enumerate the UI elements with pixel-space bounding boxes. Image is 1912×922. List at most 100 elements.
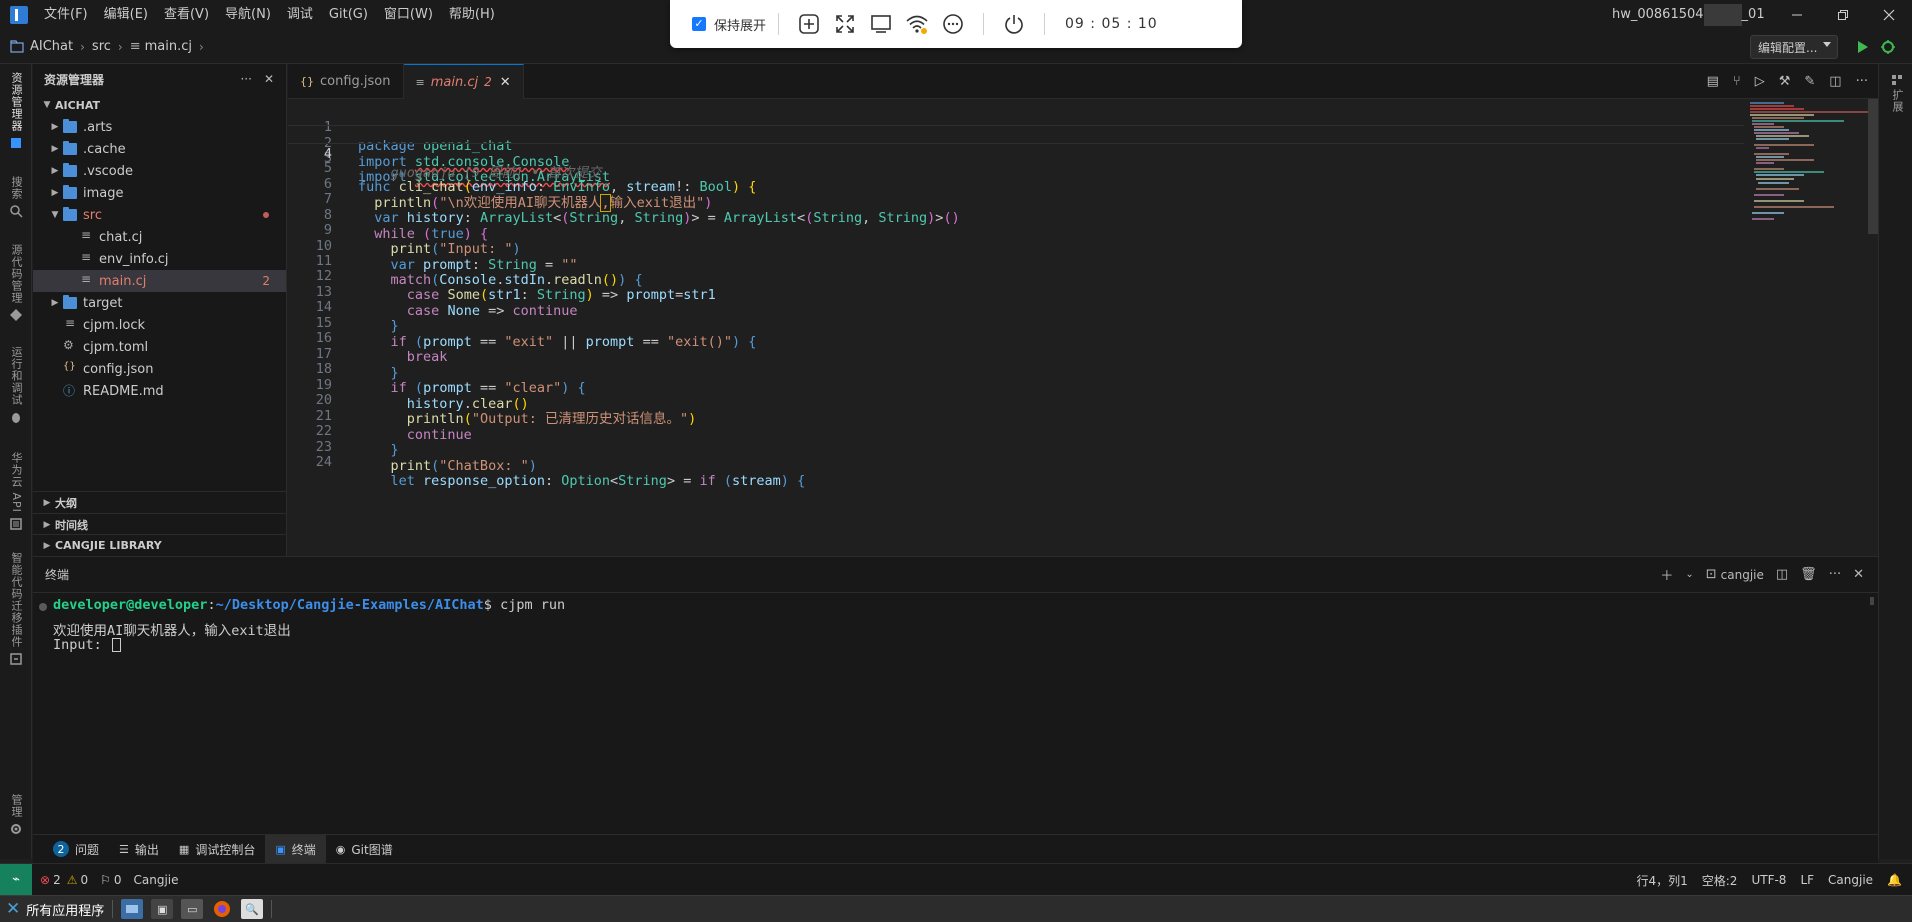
terminal-output[interactable]: developer@developer:~/Desktop/Cangjie-Ex… xyxy=(33,593,1878,833)
more-actions-icon[interactable]: ··· xyxy=(1856,74,1868,89)
tab-config-json[interactable]: {} config.json xyxy=(288,64,404,99)
encoding[interactable]: UTF-8 xyxy=(1751,873,1786,887)
close-window-button[interactable] xyxy=(1866,0,1912,30)
scrollbar-thumb[interactable] xyxy=(1870,597,1874,605)
git-branch-icon[interactable]: ⑂ xyxy=(1733,74,1741,89)
tab-output[interactable]: ☰ 输出 xyxy=(109,835,169,864)
tree-item-image[interactable]: ▶ image xyxy=(33,182,286,204)
chevron-down-icon[interactable]: ⌄ xyxy=(1685,569,1693,580)
info-icon xyxy=(63,382,77,399)
taskbar-app-firefox-icon[interactable] xyxy=(211,899,233,919)
start-menu-button[interactable]: ✕ 所有应用程序 xyxy=(0,899,104,919)
tree-item-cjpm-toml[interactable]: cjpm.toml xyxy=(33,336,286,358)
edit-icon[interactable]: ✎ xyxy=(1804,74,1815,89)
menu-edit[interactable]: 编辑(E) xyxy=(96,0,156,30)
taskbar-app-terminal-icon[interactable]: ▣ xyxy=(151,899,174,919)
tab-main-cj[interactable]: ≡ main.cj 2 ✕ xyxy=(403,64,524,99)
taskbar-app-folder-icon[interactable]: ▭ xyxy=(181,899,204,919)
split-terminal-icon[interactable]: ◫ xyxy=(1776,567,1788,582)
breadcrumb-separator-icon: › xyxy=(117,39,123,54)
activity-explorer[interactable]: 资源管理器 xyxy=(3,72,29,150)
close-tab-icon[interactable]: ✕ xyxy=(500,75,511,90)
tab-git-graph[interactable]: ◉ Git图谱 xyxy=(326,835,403,864)
tree-item-cache[interactable]: ▶ .cache xyxy=(33,138,286,160)
add-screen-icon[interactable] xyxy=(791,9,827,39)
language-mode[interactable]: Cangjie xyxy=(1828,873,1873,887)
screen-icon[interactable] xyxy=(863,9,899,39)
tab-problems[interactable]: 2 问题 xyxy=(43,835,109,864)
tree-item-src[interactable]: ▼ src xyxy=(33,204,286,226)
build-icon[interactable]: ⚒ xyxy=(1779,74,1791,89)
taskbar-app-search-icon[interactable]: 🔍 xyxy=(241,899,264,919)
code-editor[interactable]: 1 package openai_chat 2 import std.conso… xyxy=(288,99,1744,555)
project-root[interactable]: ▼ AICHAT xyxy=(33,94,286,116)
notifications-bell-icon[interactable]: 🔔 xyxy=(1887,873,1902,887)
tab-debug-console[interactable]: ▦ 调试控制台 xyxy=(169,835,265,864)
terminal-shell-selector[interactable]: ⊡ cangjie xyxy=(1706,567,1764,582)
more-options-icon[interactable] xyxy=(935,9,971,39)
run-file-icon[interactable]: ▷ xyxy=(1755,74,1765,89)
breadcrumb-project[interactable]: AIChat xyxy=(30,39,73,54)
tree-item-config-json[interactable]: config.json xyxy=(33,358,286,380)
breadcrumb-folder[interactable]: src xyxy=(92,39,111,54)
menu-window[interactable]: 窗口(W) xyxy=(376,0,441,30)
breadcrumb-file[interactable]: main.cj xyxy=(145,39,192,54)
tab-terminal[interactable]: ▣ 终端 xyxy=(265,834,326,864)
minimap[interactable] xyxy=(1744,99,1878,555)
problem-count-badge: 2 xyxy=(484,75,492,89)
restore-button[interactable] xyxy=(1820,0,1866,30)
more-actions-icon[interactable]: ··· xyxy=(1829,567,1841,582)
split-editor-icon[interactable]: ◫ xyxy=(1829,74,1841,89)
new-terminal-icon[interactable]: ＋ xyxy=(1660,565,1673,584)
section-cangjie-library[interactable]: ▶ CANGJIE LIBRARY xyxy=(33,534,287,556)
language-status-left[interactable]: Cangjie xyxy=(134,873,179,887)
debug-run-icon[interactable] xyxy=(1880,39,1896,55)
activity-code-migration[interactable]: 智能代码迁移插件 xyxy=(3,552,29,666)
close-icon[interactable]: ✕ xyxy=(264,72,274,86)
taskbar-app-files-icon[interactable] xyxy=(121,899,144,919)
keep-expand-checkbox[interactable]: ✓ 保持展开 xyxy=(692,15,766,34)
close-panel-icon[interactable]: ✕ xyxy=(1853,567,1864,582)
menu-git[interactable]: Git(G) xyxy=(321,0,376,30)
tree-item-main-cj[interactable]: main.cj 2 xyxy=(33,270,286,292)
section-outline[interactable]: ▶ 大纲 xyxy=(33,491,287,513)
edit-config-dropdown[interactable]: 编辑配置... xyxy=(1750,35,1838,59)
minimize-button[interactable] xyxy=(1774,0,1820,30)
os-logo-icon: ✕ xyxy=(6,899,21,919)
warning-icon: ⚠ xyxy=(66,872,78,887)
power-icon[interactable] xyxy=(996,9,1032,39)
tree-item-chat-cj[interactable]: chat.cj xyxy=(33,226,286,248)
activity-manage[interactable]: 管理 xyxy=(3,794,29,836)
run-icon[interactable] xyxy=(1855,40,1869,54)
activity-huawei-cloud-api[interactable]: 华为云 API xyxy=(3,452,29,531)
cursor-position[interactable]: 行4，列1 xyxy=(1636,872,1687,889)
fullscreen-icon[interactable] xyxy=(827,9,863,39)
menu-navigate[interactable]: 导航(N) xyxy=(217,0,279,30)
tree-item-arts[interactable]: ▶ .arts xyxy=(33,116,286,138)
tree-item-target[interactable]: ▶ target xyxy=(33,292,286,314)
wifi-icon[interactable] xyxy=(899,9,935,39)
activity-source-control[interactable]: 源代码管理 xyxy=(3,244,29,322)
extensions-icon xyxy=(1892,75,1902,85)
ports-status[interactable]: ⚐ 0 xyxy=(100,873,121,887)
menu-file[interactable]: 文件(F) xyxy=(36,0,96,30)
trash-icon[interactable]: 🗑 xyxy=(1800,567,1817,582)
scrollbar-thumb[interactable] xyxy=(1868,99,1878,234)
indentation[interactable]: 空格:2 xyxy=(1702,872,1738,889)
activity-search[interactable]: 搜索 xyxy=(3,176,29,218)
tree-item-readme[interactable]: README.md xyxy=(33,380,286,402)
menu-debug[interactable]: 调试 xyxy=(279,0,321,30)
remote-indicator[interactable]: ⌁ xyxy=(0,863,32,896)
tree-item-env-info-cj[interactable]: env_info.cj xyxy=(33,248,286,270)
extensions-panel-toggle[interactable]: 扩展 xyxy=(1889,74,1905,113)
menu-help[interactable]: 帮助(H) xyxy=(441,0,503,30)
problems-status[interactable]: ⊗ 2 ⚠ 0 xyxy=(40,873,88,887)
menu-view[interactable]: 查看(V) xyxy=(156,0,217,30)
tree-item-vscode[interactable]: ▶ .vscode xyxy=(33,160,286,182)
tree-item-cjpm-lock[interactable]: cjpm.lock xyxy=(33,314,286,336)
activity-run-debug[interactable]: 运行和调试 xyxy=(3,346,29,424)
open-preview-icon[interactable]: ▤ xyxy=(1707,74,1719,89)
more-actions-icon[interactable]: ··· xyxy=(240,72,251,86)
section-timeline[interactable]: ▶ 时间线 xyxy=(33,513,287,535)
end-of-line[interactable]: LF xyxy=(1800,873,1814,887)
